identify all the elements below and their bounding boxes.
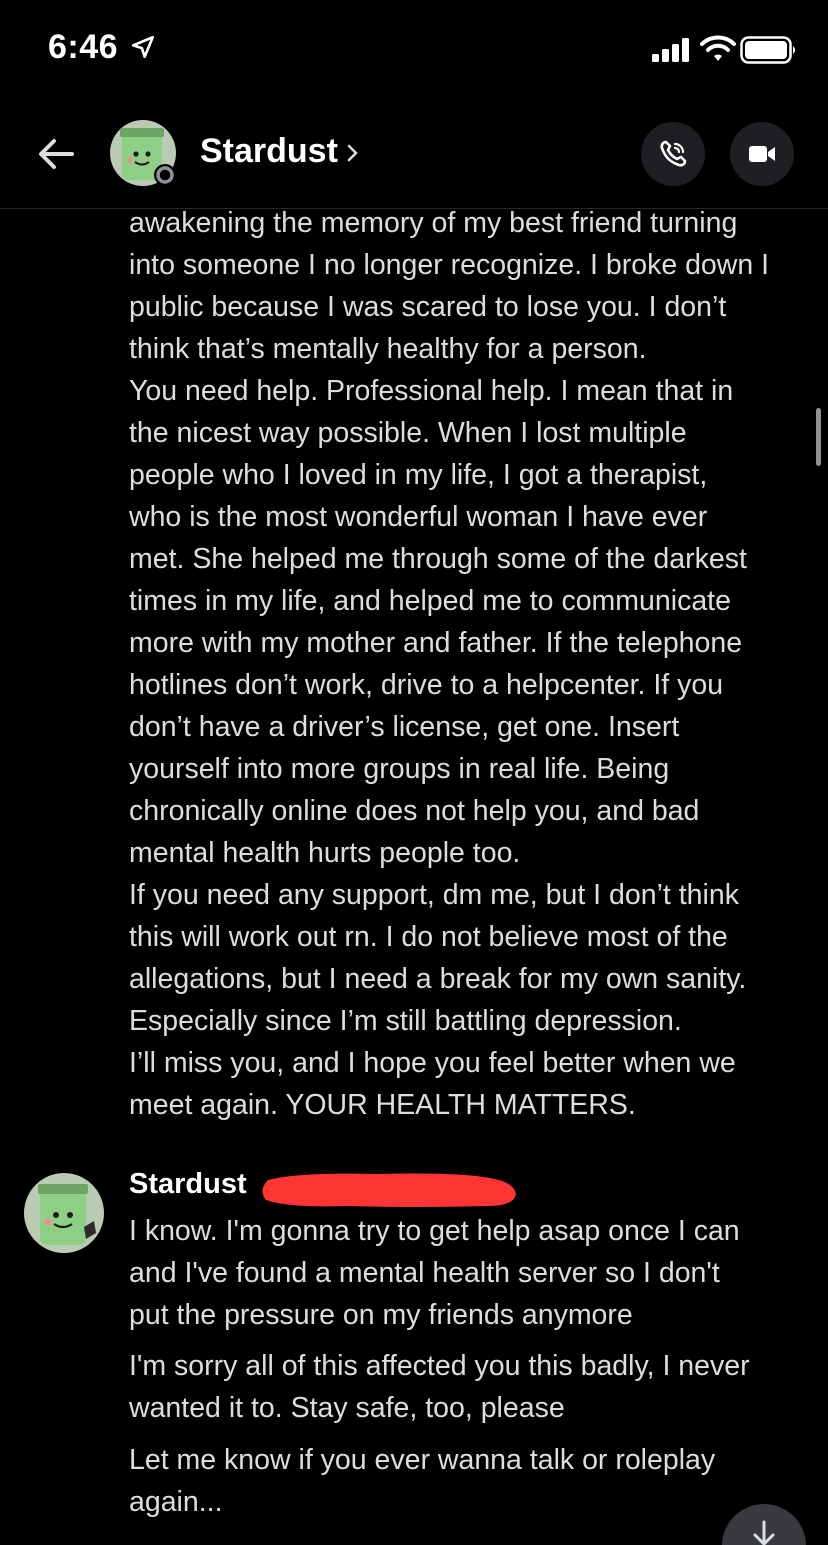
message-list[interactable]: awakening the memory of my best friend t… (0, 208, 828, 1545)
message-text: awakening the memory of my best friend t… (129, 208, 770, 1121)
phone-icon (660, 140, 687, 167)
message-text: Let me know if you ever wanna talk or ro… (129, 1444, 716, 1518)
wifi-icon (700, 35, 736, 61)
arrow-left-icon[interactable] (34, 132, 78, 176)
redaction-mark (262, 1173, 516, 1207)
channel-header: Stardust (0, 100, 828, 209)
channel-name[interactable]: Stardust (200, 132, 338, 171)
call-button[interactable] (641, 122, 705, 186)
scrollbar[interactable] (816, 408, 821, 466)
message-text: I'm sorry all of this affected you this … (129, 1350, 750, 1424)
status-time: 6:46 (48, 28, 119, 66)
avatar[interactable] (24, 1173, 104, 1253)
signal-icon (652, 38, 689, 62)
battery-icon (740, 36, 795, 64)
location-arrow-icon (131, 35, 155, 59)
message-author[interactable]: Stardust (129, 1168, 247, 1201)
status-bar: 6:46 (0, 0, 828, 100)
avatar[interactable] (110, 120, 176, 186)
message-text: I know. I'm gonna try to get help asap o… (129, 1215, 740, 1331)
arrow-down-icon (753, 1520, 775, 1545)
video-camera-icon (749, 146, 775, 162)
chevron-right-icon[interactable] (344, 138, 362, 168)
video-call-button[interactable] (730, 122, 794, 186)
